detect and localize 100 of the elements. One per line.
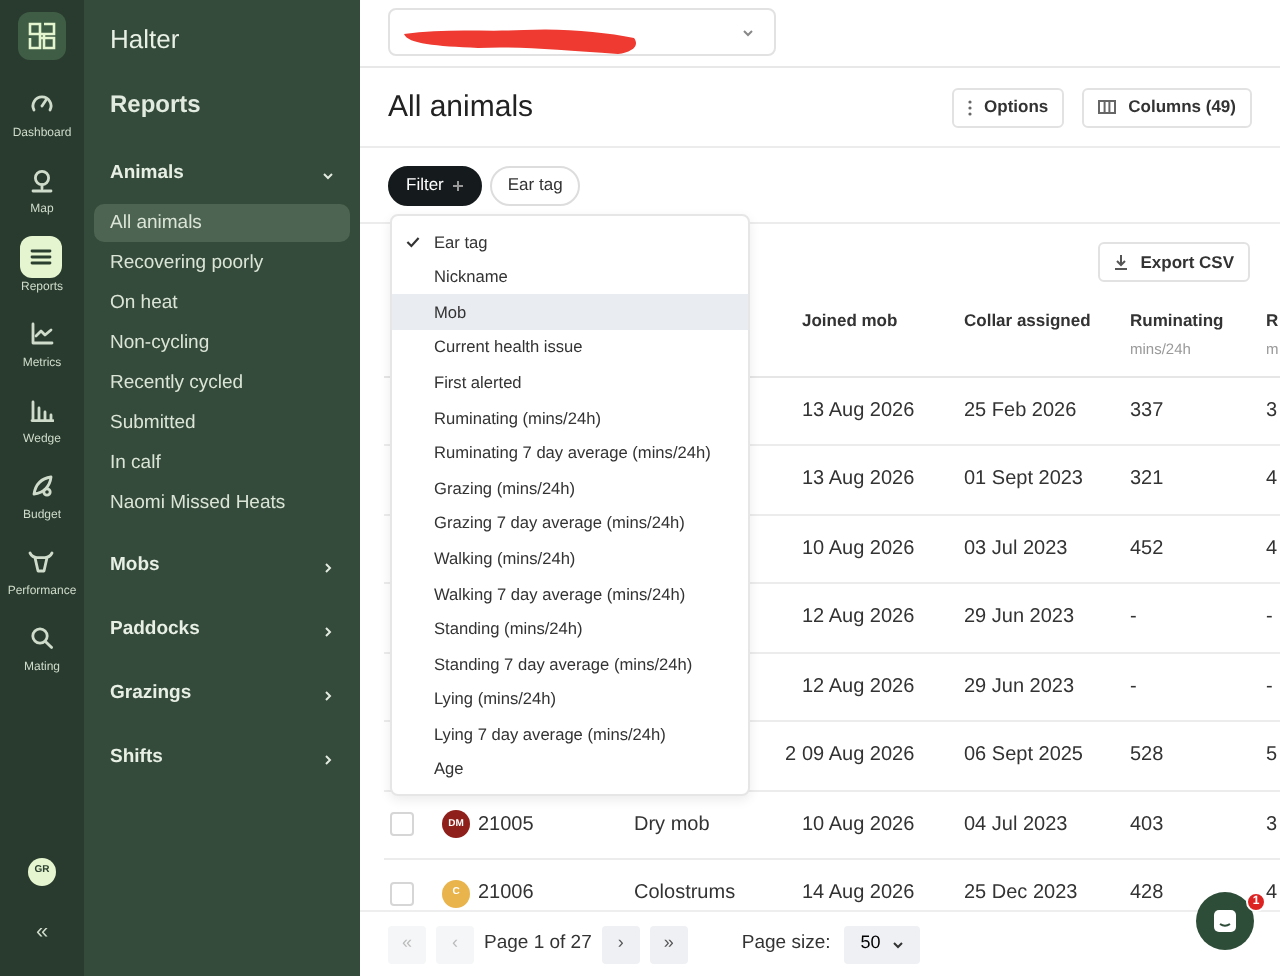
sidebar-item[interactable]: Non-cycling bbox=[94, 323, 350, 361]
plus-icon bbox=[451, 179, 464, 192]
sidebar-item[interactable]: Recovering poorly bbox=[94, 243, 350, 281]
sidebar-item[interactable]: Naomi Missed Heats bbox=[94, 483, 350, 521]
menu-item[interactable]: Ear tag bbox=[392, 224, 748, 260]
section-header[interactable]: Grazings bbox=[94, 677, 350, 713]
farm-selector[interactable] bbox=[388, 8, 776, 56]
table-cell: 5 bbox=[1260, 721, 1280, 790]
check-icon bbox=[406, 235, 420, 248]
table-cell: 25 Dec 2023 bbox=[958, 859, 1124, 910]
last-page-button[interactable]: » bbox=[649, 925, 688, 963]
section-header[interactable]: Shifts bbox=[94, 741, 350, 777]
menu-item[interactable]: First alerted bbox=[392, 364, 748, 400]
magnifier-icon bbox=[30, 626, 54, 650]
menu-item[interactable]: Lying 7 day average (mins/24h) bbox=[392, 716, 748, 752]
collapse-button[interactable]: « bbox=[35, 922, 49, 944]
section-header[interactable]: Mobs bbox=[94, 549, 350, 585]
mob-name: 2 bbox=[784, 744, 796, 767]
table-cell: 452 bbox=[1124, 514, 1260, 583]
ear-tag: 21006 bbox=[478, 878, 534, 909]
table-cell: 321 bbox=[1124, 445, 1260, 514]
table-cell: 403 bbox=[1124, 790, 1260, 859]
sidebar-item[interactable]: All animals bbox=[94, 203, 350, 241]
table-cell: 4 bbox=[1260, 445, 1280, 514]
sidebar-item[interactable]: In calf bbox=[94, 443, 350, 481]
menu-item[interactable]: Grazing (mins/24h) bbox=[392, 470, 748, 506]
section-header[interactable]: Paddocks bbox=[94, 613, 350, 649]
chevron-down-icon bbox=[322, 169, 334, 181]
column-header[interactable]: Collar assigned bbox=[958, 300, 1124, 376]
table-cell: 06 Sept 2025 bbox=[958, 721, 1124, 790]
table-cell: 13 Aug 2026 bbox=[796, 376, 958, 445]
menu-item[interactable]: Ruminating (mins/24h) bbox=[392, 399, 748, 436]
sidebar-item[interactable]: Recently cycled bbox=[94, 363, 350, 401]
mob-name: Dry mob bbox=[634, 813, 710, 836]
table-cell: 4 bbox=[1260, 514, 1280, 583]
table-cell: 10 Aug 2026 bbox=[796, 790, 958, 859]
table-cell: - bbox=[1124, 652, 1260, 721]
gauge-icon bbox=[29, 92, 54, 116]
menu-item[interactable]: Age bbox=[392, 751, 748, 787]
menu-item[interactable]: Grazing 7 day average (mins/24h) bbox=[392, 505, 748, 541]
table-cell: 3 bbox=[1260, 790, 1280, 859]
columns-button[interactable]: Columns (49) bbox=[1082, 87, 1252, 127]
page-title: All animals bbox=[388, 89, 536, 125]
cow-head-icon bbox=[28, 550, 55, 574]
sidebar-item[interactable]: Submitted bbox=[94, 403, 350, 441]
column-header[interactable]: Joined mob bbox=[796, 300, 958, 376]
app-logo[interactable] bbox=[18, 12, 66, 60]
row-checkbox[interactable] bbox=[390, 812, 414, 837]
menu-item[interactable]: Ruminating 7 day average (mins/24h) bbox=[392, 435, 748, 471]
menu-item[interactable]: Walking 7 day average (mins/24h) bbox=[392, 575, 748, 612]
table-cell: 25 Feb 2026 bbox=[958, 376, 1124, 445]
filter-chip[interactable]: Ear tag bbox=[489, 165, 581, 205]
more-icon bbox=[968, 99, 973, 115]
page-indicator: Page 1 of 27 bbox=[484, 929, 592, 958]
table-cell: 04 Jul 2023 bbox=[958, 790, 1124, 859]
leaf-icon bbox=[30, 474, 54, 498]
bar-chart-icon bbox=[30, 399, 54, 421]
menu-item[interactable]: Lying (mins/24h) bbox=[392, 681, 748, 717]
line-chart-icon bbox=[30, 322, 54, 346]
download-icon bbox=[1114, 254, 1129, 270]
page-size-select[interactable]: 50 bbox=[844, 925, 921, 963]
table-cell: - bbox=[1124, 583, 1260, 652]
menu-item[interactable]: Current health issue bbox=[392, 329, 748, 365]
list-icon bbox=[30, 248, 53, 266]
chevron-right-icon bbox=[322, 753, 334, 765]
row-checkbox[interactable] bbox=[390, 881, 414, 906]
map-pin-icon bbox=[30, 167, 54, 193]
ear-tag: 21005 bbox=[478, 809, 534, 840]
next-page-button[interactable]: › bbox=[601, 925, 640, 963]
table-cell: 12 Aug 2026 bbox=[796, 652, 958, 721]
section-header[interactable]: Animals bbox=[94, 157, 350, 193]
table-cell: 29 Jun 2023 bbox=[958, 652, 1124, 721]
table-cell: - bbox=[1260, 652, 1280, 721]
chat-icon bbox=[1212, 908, 1238, 934]
menu-item[interactable]: Standing (mins/24h) bbox=[392, 611, 748, 647]
chevron-right-icon bbox=[322, 561, 334, 573]
filter-button[interactable]: Filter bbox=[388, 165, 482, 205]
table-cell: 01 Sept 2023 bbox=[958, 445, 1124, 514]
chevron-right-icon bbox=[322, 689, 334, 701]
chevron-right-icon bbox=[322, 625, 334, 637]
table-cell: - bbox=[1260, 583, 1280, 652]
sidebar-item[interactable]: On heat bbox=[94, 283, 350, 321]
options-button[interactable]: Options bbox=[952, 87, 1065, 127]
menu-item[interactable]: Nickname bbox=[392, 259, 748, 295]
table-cell: 10 Aug 2026 bbox=[796, 514, 958, 583]
mob-name: Colostrums bbox=[634, 882, 736, 905]
table-cell: 09 Aug 2026 bbox=[796, 721, 958, 790]
menu-item[interactable]: Walking (mins/24h) bbox=[392, 540, 748, 576]
chevron-down-icon bbox=[892, 939, 905, 949]
export-button[interactable]: Export CSV bbox=[1098, 242, 1250, 282]
table-cell: 337 bbox=[1124, 376, 1260, 445]
table-cell: 3 bbox=[1260, 376, 1280, 445]
page-size-label: Page size: bbox=[741, 929, 831, 958]
brand-name: Halter bbox=[108, 22, 182, 58]
table-cell: 13 Aug 2026 bbox=[796, 445, 958, 514]
menu-item[interactable]: Standing 7 day average (mins/24h) bbox=[392, 646, 748, 682]
table-cell: 29 Jun 2023 bbox=[958, 583, 1124, 652]
table-cell: 528 bbox=[1124, 721, 1260, 790]
table-cell: 12 Aug 2026 bbox=[796, 583, 958, 652]
menu-item[interactable]: Mob bbox=[392, 294, 748, 330]
